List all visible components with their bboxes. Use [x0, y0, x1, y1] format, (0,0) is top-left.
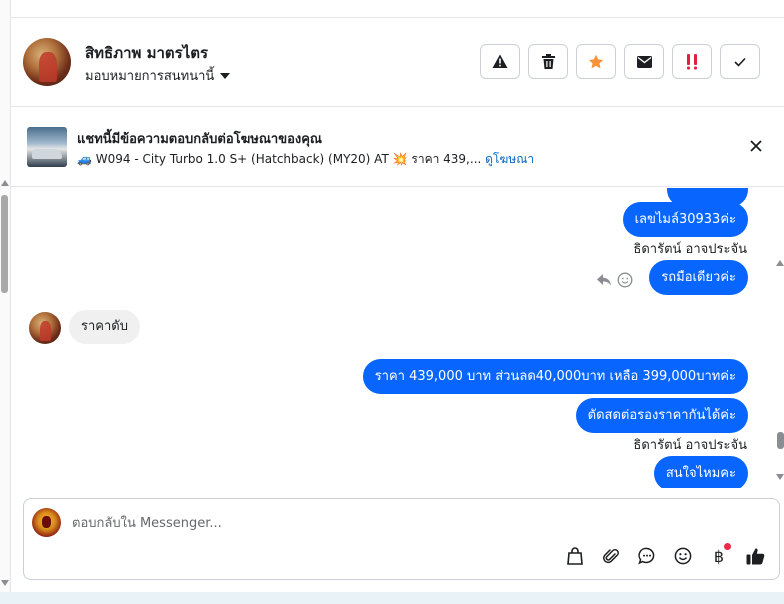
ad-description: 🚙 W094 - City Turbo 1.0 S+ (Hatchback) (…: [77, 150, 534, 169]
notification-dot: [724, 543, 731, 550]
reply-icon[interactable]: [597, 274, 611, 286]
reply-composer: ฿: [23, 498, 780, 580]
ad-reply-banner: แชทนี้มีข้อความตอบกลับต่อโฆษณาของคุณ 🚙 W…: [11, 107, 784, 187]
thread-scrollbar[interactable]: [774, 188, 784, 493]
burst-emoji-icon: 💥: [392, 152, 408, 166]
shop-button[interactable]: [564, 545, 586, 567]
caret-down-icon: [220, 72, 231, 79]
assign-label: มอบหมายการสนทนานี้: [85, 69, 215, 84]
checkmark-icon: [734, 57, 746, 67]
left-scrollbar[interactable]: [0, 0, 11, 604]
page-avatar: [32, 508, 61, 537]
done-button[interactable]: [720, 44, 760, 79]
message-thread[interactable]: เลขไมล์30933ค่ะ ธิดารัตน์ อาจประจัน รถมื…: [11, 188, 774, 488]
close-icon[interactable]: [747, 137, 765, 155]
contact-avatar-small[interactable]: [29, 312, 61, 344]
assign-conversation-dropdown[interactable]: มอบหมายการสนทนานี้: [85, 65, 231, 86]
outgoing-message[interactable]: ตัดสดต่อรองราคากันได้ค่ะ: [575, 398, 748, 433]
trash-icon: [541, 54, 555, 69]
chat-bubble-icon: [638, 547, 655, 565]
paperclip-icon: [603, 548, 619, 564]
contact-name[interactable]: สิทธิภาพ มาตรไตร: [85, 41, 208, 65]
shopping-bag-icon: [567, 547, 583, 565]
sender-label: ธิดารัตน์ อาจประจัน: [633, 242, 747, 257]
payment-button[interactable]: ฿: [708, 543, 731, 567]
like-button[interactable]: [744, 545, 766, 567]
emoji-react-icon[interactable]: [617, 272, 633, 288]
car-emoji-icon: 🚙: [77, 152, 92, 166]
ad-banner-title: แชทนี้มีข้อความตอบกลับต่อโฆษณาของคุณ: [77, 132, 322, 147]
report-button[interactable]: [480, 44, 520, 79]
scroll-up-arrow-icon[interactable]: [1, 180, 9, 186]
ad-thumbnail[interactable]: [27, 127, 67, 167]
outgoing-message[interactable]: รถมือเดียวค่ะ: [649, 260, 748, 295]
ad-description-text: W094 - City Turbo 1.0 S+ (Hatchback) (MY…: [95, 152, 389, 166]
incoming-message[interactable]: ราคาดับ: [69, 310, 140, 344]
exclamation-icon: [687, 53, 697, 69]
contact-avatar[interactable]: [23, 38, 71, 86]
scroll-down-arrow-icon[interactable]: [1, 580, 9, 586]
attach-button[interactable]: [600, 545, 622, 567]
scroll-up-arrow-icon[interactable]: [776, 260, 784, 266]
star-icon: [588, 54, 604, 68]
outgoing-message[interactable]: ราคา 439,000 บาท ส่วนลด40,000บาท เหลือ 3…: [362, 359, 748, 394]
star-button[interactable]: [576, 44, 616, 79]
scroll-down-arrow-icon[interactable]: [776, 474, 784, 480]
warning-triangle-icon: [492, 54, 508, 68]
smiley-icon: [674, 547, 692, 565]
reply-input[interactable]: [72, 513, 752, 533]
message-hover-actions: [597, 272, 633, 288]
sender-label: ธิดารัตน์ อาจประจัน: [633, 438, 747, 453]
outgoing-message[interactable]: สนใจไหมคะ: [653, 456, 748, 488]
page-footer-band: [0, 592, 784, 604]
priority-button[interactable]: [672, 44, 712, 79]
header-actions: [480, 44, 760, 79]
saved-replies-button[interactable]: [636, 545, 658, 567]
emoji-button[interactable]: [672, 545, 694, 567]
view-ad-link[interactable]: ดูโฆษณา: [485, 152, 534, 166]
conversation-header: สิทธิภาพ มาตรไตร มอบหมายการสนทนานี้: [11, 18, 784, 107]
thumbs-up-icon: [746, 548, 764, 565]
ad-price-text: ราคา 439,...: [411, 152, 482, 166]
scrollbar-thumb[interactable]: [777, 432, 784, 449]
envelope-icon: [636, 55, 652, 68]
baht-icon: ฿: [713, 546, 725, 566]
composer-toolbar: ฿: [564, 543, 766, 567]
delete-button[interactable]: [528, 44, 568, 79]
outgoing-message[interactable]: เลขไมล์30933ค่ะ: [622, 202, 748, 237]
scrollbar-thumb[interactable]: [1, 195, 8, 293]
mark-unread-button[interactable]: [624, 44, 664, 79]
